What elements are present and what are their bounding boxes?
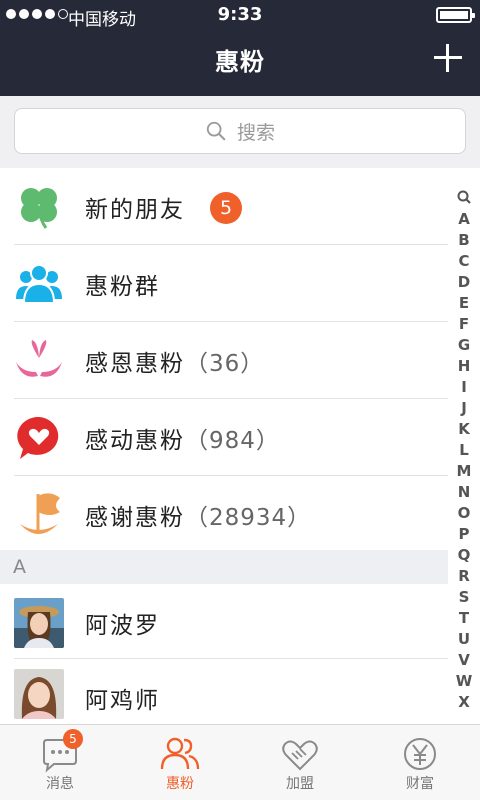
status-bar: 中国移动 9:33 (0, 0, 480, 32)
contact-row[interactable]: 阿鸡师 (0, 659, 448, 724)
row-label: 感恩惠粉（36） (85, 351, 265, 377)
row-count: （28934） (185, 505, 312, 531)
index-letter[interactable]: R (458, 566, 470, 587)
index-letter[interactable]: S (459, 587, 470, 608)
search-icon (206, 121, 226, 141)
avatar (14, 669, 64, 719)
new-friends-badge: 5 (210, 192, 242, 224)
tab-bar: 5 消息 惠粉 加盟 财富 (0, 724, 480, 800)
yuan-coin-icon (404, 738, 436, 770)
page-title: 惠粉 (215, 48, 265, 76)
tab-franchise[interactable]: 加盟 (240, 725, 360, 800)
index-letter[interactable]: A (458, 209, 470, 230)
heart-bubble-icon (17, 416, 59, 459)
index-letter[interactable]: E (459, 293, 469, 314)
battery-icon (436, 7, 475, 23)
tab-wealth[interactable]: 财富 (360, 725, 480, 800)
index-letter[interactable]: L (459, 440, 469, 461)
app-header: 中国移动 9:33 惠粉 (0, 0, 480, 96)
index-letter[interactable]: U (458, 629, 470, 650)
row-label: 惠粉群 (85, 274, 160, 300)
handshake-heart-icon (282, 740, 318, 771)
tab-label: 惠粉 (166, 776, 194, 792)
index-letter[interactable]: D (458, 272, 470, 293)
index-letter[interactable]: V (458, 650, 470, 671)
group-icon (16, 264, 62, 304)
list-item-touched-fans[interactable]: 感动惠粉（984） (0, 399, 448, 476)
section-header: A (0, 550, 448, 584)
clover-icon (21, 188, 57, 229)
row-label: 新的朋友 (85, 197, 185, 223)
flag-icon (20, 493, 60, 534)
index-letter[interactable]: N (458, 482, 471, 503)
index-letter[interactable]: I (461, 377, 467, 398)
index-letter[interactable]: T (459, 608, 469, 629)
contact-name: 阿鸡师 (85, 688, 160, 714)
add-button[interactable] (434, 44, 462, 72)
tab-label: 消息 (46, 776, 74, 792)
index-letter[interactable]: W (456, 671, 473, 692)
search-placeholder: 搜索 (236, 121, 275, 144)
list-item-grateful-fans[interactable]: 感恩惠粉（36） (0, 322, 448, 399)
index-letter[interactable]: M (457, 461, 472, 482)
index-letter[interactable]: C (458, 251, 469, 272)
index-letter[interactable]: O (458, 503, 471, 524)
alphabet-index[interactable]: A B C D E F G H I J K L M N O P Q R S T … (448, 188, 480, 724)
search-input[interactable]: 搜索 (14, 108, 466, 154)
list-item-thankful-fans[interactable]: 感谢惠粉（28934） (0, 476, 448, 553)
tab-label: 财富 (406, 776, 434, 792)
index-letter[interactable]: X (458, 692, 470, 713)
tab-messages[interactable]: 5 消息 (0, 725, 120, 800)
index-letter[interactable]: G (458, 335, 470, 356)
messages-badge: 5 (63, 729, 83, 749)
row-count: （36） (185, 351, 265, 377)
index-letter[interactable]: B (458, 230, 469, 251)
index-letter[interactable]: Q (458, 545, 471, 566)
tab-fans[interactable]: 惠粉 (120, 725, 240, 800)
row-label: 感谢惠粉（28934） (85, 505, 312, 531)
index-search-icon[interactable] (457, 190, 471, 204)
status-time: 9:33 (217, 4, 263, 25)
contact-row[interactable]: 阿波罗 (0, 584, 448, 661)
hands-heart-icon (16, 340, 62, 377)
index-letter[interactable]: P (459, 524, 470, 545)
row-label: 感动惠粉（984） (85, 428, 280, 454)
index-letter[interactable]: F (459, 314, 469, 335)
tab-label: 加盟 (286, 776, 314, 792)
contact-name: 阿波罗 (85, 613, 160, 639)
avatar (14, 598, 64, 648)
index-letter[interactable]: J (461, 398, 467, 419)
list-item-groups[interactable]: 惠粉群 (0, 245, 448, 322)
contact-list: 新的朋友 5 惠粉群 感恩惠粉（36） 感动惠粉（984） 感谢惠粉（28934… (0, 168, 480, 724)
index-letter[interactable]: K (458, 419, 470, 440)
list-item-new-friends[interactable]: 新的朋友 5 (0, 168, 448, 245)
people-icon (160, 737, 200, 770)
search-bar: 搜索 (0, 96, 480, 168)
row-count: （984） (185, 428, 280, 454)
index-letter[interactable]: H (458, 356, 471, 377)
